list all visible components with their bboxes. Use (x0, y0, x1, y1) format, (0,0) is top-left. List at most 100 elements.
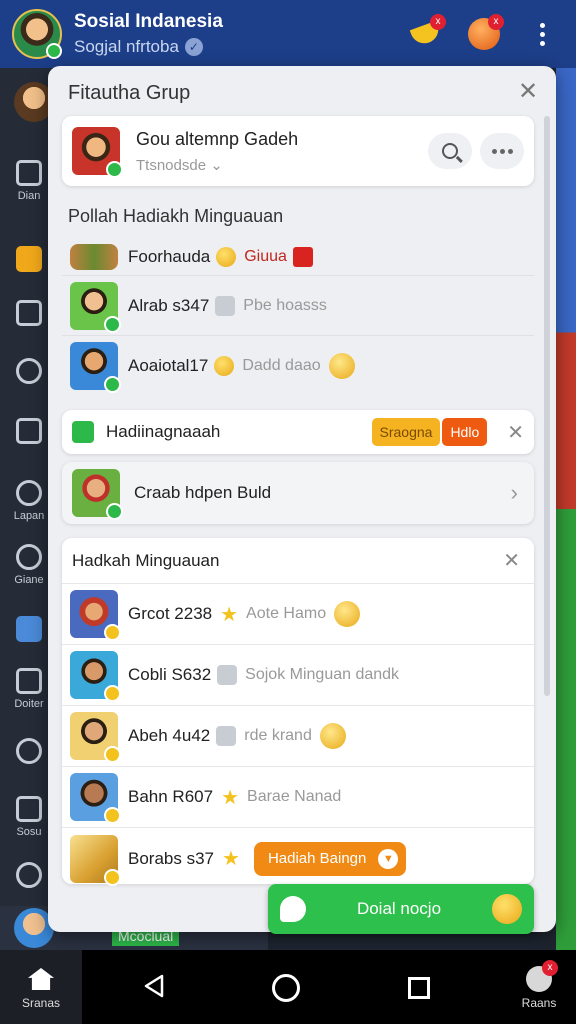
home-tab[interactable]: Sranas (0, 950, 82, 1024)
promo-primary-button[interactable]: Hdlo (442, 418, 488, 446)
chevron-down-icon[interactable]: ⌄ (210, 157, 223, 174)
online-status-dot (106, 161, 123, 178)
more-dots-icon (491, 148, 513, 154)
group-subtitle-text: Ttsnodsde (136, 156, 207, 174)
rail-compass-icon (16, 738, 42, 764)
back-icon[interactable] (142, 974, 166, 998)
daily-bonus-button[interactable]: Doial nocjo (268, 884, 534, 934)
create-build-card[interactable]: Craab hdpen Buld › (62, 462, 534, 524)
member-avatar (70, 651, 121, 702)
gift-row[interactable]: Abeh 4u42 rde krand (62, 706, 534, 767)
rail-check-icon (16, 796, 42, 822)
group-info: Gou altemnp Gadeh Ttsnodsde ⌄ (136, 129, 420, 174)
kebab-icon (539, 22, 545, 46)
group-header-card[interactable]: Gou altemnp Gadeh Ttsnodsde ⌄ (62, 116, 534, 186)
background-scene (556, 68, 576, 950)
gift-row[interactable]: Cobli S632 Sojok Minguan dandk (62, 645, 534, 706)
gift-icon (72, 421, 94, 443)
list-item[interactable]: Aoaiotal17 Dadd daao (62, 336, 534, 396)
close-icon[interactable]: ✕ (503, 548, 520, 573)
promo-label: Hadiinagnaaah (106, 422, 221, 441)
rail-file-icon (16, 668, 42, 694)
online-status-dot (104, 376, 121, 393)
scrollbar[interactable] (544, 116, 550, 696)
home-tab-label: Sranas (21, 996, 61, 1010)
app-subtitle: Sogjal nfrtoba ✓ (74, 37, 390, 57)
profile-tab-label: Raans (521, 996, 557, 1010)
app-subtitle-text: Sogjal nfrtoba (74, 37, 179, 56)
gift-row[interactable]: Grcot 2238 ★ Aote Hamo (62, 584, 534, 645)
recents-icon[interactable] (408, 977, 430, 999)
search-button[interactable] (428, 133, 472, 169)
rail-item-label: Dian (17, 190, 41, 202)
clover-icon (280, 896, 306, 922)
gift-row-note: Sojok Minguan dandk (245, 666, 400, 683)
online-status-dot (46, 43, 62, 59)
list-item-name: Aoaiotal17 (128, 356, 209, 375)
group-avatar (72, 127, 123, 178)
rail-camera-icon (16, 160, 42, 186)
promo-secondary-button[interactable]: Sraogna (371, 418, 441, 446)
list-item-note: Giuua (244, 247, 287, 265)
home-circle-icon[interactable] (272, 974, 300, 1002)
list-item[interactable]: Foorhauda Giuua (62, 238, 534, 276)
system-nav-bar: Sranas x Raans (0, 950, 576, 1024)
gift-row[interactable]: Borabs s37 ★ Hadiah Baingn ▼ (62, 828, 534, 889)
online-status-dot (104, 315, 121, 333)
smile-icon (214, 356, 235, 376)
gift-row-name: Grcot 2238 (128, 604, 213, 623)
chevron-right-icon: › (510, 480, 518, 505)
claim-gift-button[interactable]: Hadiah Baingn ▼ (253, 841, 407, 876)
box-icon (215, 295, 236, 316)
emoji-icon (217, 665, 238, 685)
star-icon: ★ (221, 786, 240, 809)
nut-logo-icon (70, 243, 118, 270)
gift-row-name: Abeh 4u42 (128, 726, 211, 745)
box-icon (216, 726, 237, 746)
gifts-header: Hadkah Minguauan ✕ (62, 538, 534, 584)
gold-bar-avatar (70, 834, 121, 886)
profile-tab[interactable]: x Raans (516, 960, 562, 1010)
promo-banner[interactable]: Hadiinagnaaah Sraogna Hdlo ✕ (62, 410, 534, 454)
gift-row[interactable]: Bahn R607 ★ Barae Nanad (62, 767, 534, 828)
list-item-name: Foorhauda (128, 246, 211, 266)
orange-reward-button[interactable]: x (462, 12, 506, 56)
close-icon[interactable]: ✕ (516, 80, 540, 104)
online-status-dot (106, 503, 123, 520)
more-options-button[interactable] (480, 133, 524, 169)
star-icon: ★ (220, 603, 239, 626)
daily-bonus-label: Doial nocjo (356, 899, 442, 918)
verified-icon: ✓ (184, 38, 203, 56)
coin-status-dot (104, 807, 121, 824)
rail-item-label: Sosu (16, 826, 42, 838)
group-subtitle: Ttsnodsde ⌄ (136, 156, 420, 174)
character-avatar (72, 469, 123, 520)
rail-item-label: Lapan (13, 510, 45, 522)
gift-row-note: Aote Hamo (246, 605, 327, 622)
member-avatar (70, 590, 121, 641)
gift-row-note: Barae Nanad (247, 788, 342, 805)
member-avatar (70, 712, 121, 763)
rail-pig-icon (16, 358, 42, 384)
coin-status-dot (104, 746, 121, 763)
star-icon: ★ (222, 848, 240, 870)
home-icon (28, 968, 54, 990)
banana-button[interactable]: x (404, 12, 448, 56)
rail-trend-icon (16, 616, 42, 642)
modal-title: Fitautha Grup (68, 82, 191, 104)
search-icon (442, 143, 458, 159)
section-title-weekly: Pollah Hadiakh Minguauan (68, 206, 284, 226)
notification-badge: x (542, 960, 558, 976)
more-menu-button[interactable] (520, 12, 564, 56)
gift-row-note: rde krand (244, 727, 312, 744)
rail-gallery-icon (16, 300, 42, 326)
gift-row-name: Borabs s37 (128, 848, 214, 868)
app-title-block: Sosial Indanesia Sogjal nfrtoba ✓ (74, 11, 390, 57)
profile-avatar[interactable] (12, 9, 62, 59)
member-avatar (70, 281, 121, 333)
gear-icon: x (526, 960, 558, 992)
smile-icon (492, 894, 522, 924)
list-item[interactable]: Alrab s347 Pbe hoasss (62, 276, 534, 336)
rail-item-label: Giane (14, 574, 44, 586)
close-icon[interactable]: ✕ (507, 420, 524, 445)
